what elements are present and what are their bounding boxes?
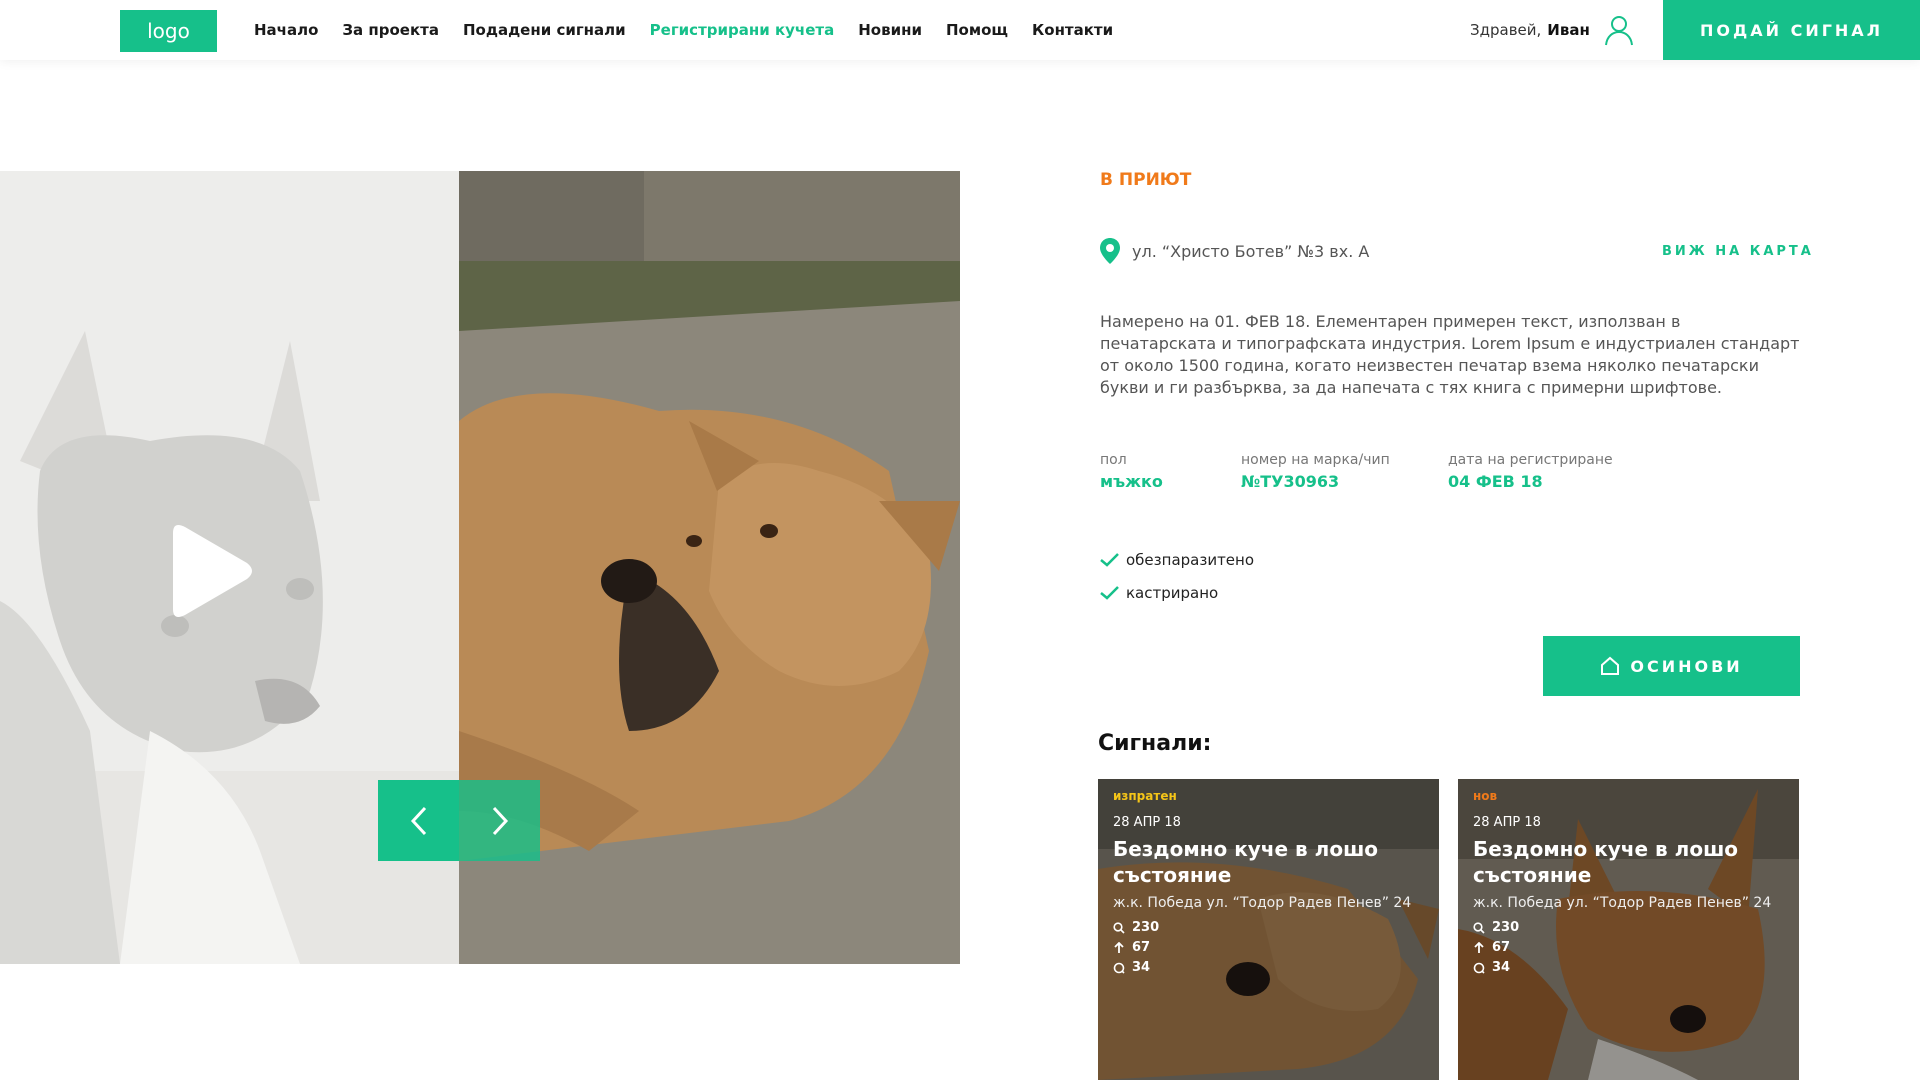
card-date: 28 АПР 18 [1113, 815, 1181, 830]
card-address: ж.к. Победа ул. “Тодор Радев Пенев” 24 [1113, 895, 1412, 911]
signal-card[interactable]: нов 28 АПР 18 Бездомно куче в лошо състо… [1458, 779, 1799, 1080]
card-title: Бездомно куче в лошо състояние [1113, 837, 1379, 887]
chevron-right-icon [492, 806, 508, 835]
nav-item-contacts[interactable]: Контакти [1032, 21, 1113, 39]
card-status: изпратен [1113, 789, 1177, 803]
dog-status: В ПРИЮТ [1100, 170, 1192, 190]
greeting-text: Здравей, [1470, 21, 1542, 39]
signals-heading: Сигнали: [1098, 731, 1212, 756]
comment-icon [1473, 962, 1485, 974]
chevron-left-icon [410, 806, 426, 835]
main-nav: Начало За проекта Подадени сигнали Регис… [254, 0, 1137, 60]
card-comments-count: 34 [1492, 960, 1511, 975]
card-upvotes: 67 [1113, 940, 1424, 955]
registration-date-info: дата на регистриране 04 ФЕВ 18 [1448, 452, 1613, 491]
checkmark-icon [1100, 586, 1119, 600]
signal-card[interactable]: изпратен 28 АПР 18 Бездомно куче в лошо … [1098, 779, 1439, 1080]
registration-date-label: дата на регистриране [1448, 452, 1613, 468]
arrow-up-icon [1474, 941, 1484, 953]
gallery-prev-button[interactable] [378, 780, 459, 861]
gender-label: пол [1100, 452, 1127, 468]
card-comments-count: 34 [1132, 960, 1151, 975]
card-stats: 230 67 34 [1473, 920, 1784, 975]
card-upvotes: 67 [1473, 940, 1784, 955]
logo[interactable]: logo [120, 10, 217, 52]
card-title: Бездомно куче в лошо състояние [1473, 837, 1739, 887]
nav-item-home[interactable]: Начало [254, 21, 318, 39]
card-content: нов 28 АПР 18 Бездомно куче в лошо състо… [1473, 789, 1784, 975]
user-icon[interactable] [1604, 14, 1634, 46]
chip-label: номер на марка/чип [1241, 452, 1390, 468]
nav-item-about[interactable]: За проекта [342, 21, 439, 39]
card-upvotes-count: 67 [1492, 940, 1511, 955]
dog-description: Намерено на 01. ФЕВ 18. Елементарен прим… [1100, 312, 1800, 397]
gender-info: пол мъжко [1100, 452, 1163, 491]
comment-icon [1113, 962, 1125, 974]
checkmark-icon [1100, 553, 1119, 567]
user-name: Иван [1547, 21, 1590, 39]
card-status: нов [1473, 789, 1498, 803]
check-label: обезпаразитено [1126, 551, 1255, 569]
address-row: ул. “Христо Ботев” №3 вх. А [1100, 238, 1369, 264]
gallery-next-button[interactable] [459, 780, 540, 861]
nav-item-registered-dogs[interactable]: Регистрирани кучета [650, 21, 835, 39]
adopt-button-label: ОСИНОВИ [1630, 656, 1743, 676]
registration-date-value: 04 ФЕВ 18 [1448, 472, 1543, 491]
arrow-up-icon [1114, 941, 1124, 953]
nav-item-news[interactable]: Новини [858, 21, 922, 39]
location-pin-icon [1100, 238, 1120, 264]
card-comments: 34 [1113, 960, 1424, 975]
submit-signal-button[interactable]: ПОДАЙ СИГНАЛ [1663, 0, 1920, 60]
search-icon [1473, 921, 1485, 934]
card-views: 230 [1473, 920, 1784, 935]
card-views-count: 230 [1132, 920, 1160, 935]
play-icon[interactable] [165, 521, 255, 621]
dewormed-check: обезпаразитено [1100, 551, 1254, 569]
card-upvotes-count: 67 [1132, 940, 1151, 955]
view-on-map-link[interactable]: ВИЖ НА КАРТА [1662, 244, 1814, 259]
card-stats: 230 67 34 [1113, 920, 1424, 975]
dog-address: ул. “Христо Ботев” №3 вх. А [1132, 241, 1370, 261]
card-date: 28 АПР 18 [1473, 815, 1541, 830]
check-label: кастрирано [1126, 584, 1219, 602]
chip-value: №ТУ30963 [1241, 472, 1340, 491]
top-header: logo Начало За проекта Подадени сигнали … [0, 0, 1920, 60]
user-greeting: Здравей, Иван [1470, 0, 1590, 60]
search-icon [1113, 921, 1125, 934]
card-content: изпратен 28 АПР 18 Бездомно куче в лошо … [1113, 789, 1424, 975]
home-icon [1601, 656, 1620, 675]
neutered-check: кастрирано [1100, 584, 1218, 602]
chip-info: номер на марка/чип №ТУ30963 [1241, 452, 1390, 491]
gender-value: мъжко [1100, 472, 1163, 491]
card-address: ж.к. Победа ул. “Тодор Радев Пенев” 24 [1473, 895, 1772, 911]
nav-item-help[interactable]: Помощ [946, 21, 1008, 39]
adopt-button[interactable]: ОСИНОВИ [1543, 636, 1800, 696]
photo-gallery [0, 171, 960, 964]
nav-item-submitted-signals[interactable]: Подадени сигнали [463, 21, 626, 39]
card-comments: 34 [1473, 960, 1784, 975]
card-views-count: 230 [1492, 920, 1520, 935]
card-views: 230 [1113, 920, 1424, 935]
